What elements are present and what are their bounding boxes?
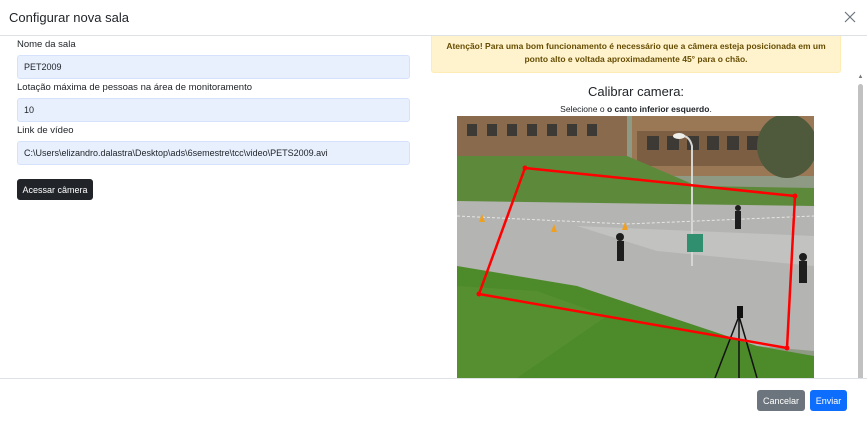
instruction-suffix: . (709, 104, 712, 114)
instruction-corner: o canto inferior esquerdo (606, 104, 710, 114)
camera-scene[interactable] (457, 116, 814, 378)
room-name-label: Nome da sala (17, 39, 76, 50)
calibration-title: Calibrar camera: (587, 84, 685, 99)
scrollbar[interactable]: ▲ ▼ (857, 74, 864, 378)
modal-title: Configurar nova sala (9, 10, 129, 25)
instruction-prefix: Selecione o (560, 104, 607, 114)
modal-body: Nome da sala PET2009 Lotação máxima de p… (0, 36, 867, 378)
close-icon (844, 11, 856, 23)
scroll-up-arrow-icon[interactable]: ▲ (857, 74, 864, 81)
submit-button[interactable]: Enviar (810, 390, 847, 411)
max-people-input[interactable]: 10 (17, 98, 410, 122)
modal-header: Configurar nova sala (0, 0, 867, 36)
close-button[interactable] (842, 9, 858, 25)
camera-feed[interactable] (457, 116, 814, 378)
calibration-instruction: Selecione o o canto inferior esquerdo. (431, 104, 841, 114)
cancel-button[interactable]: Cancelar (757, 390, 805, 411)
max-people-label: Lotação máxima de pessoas na área de mon… (17, 82, 252, 93)
access-camera-button[interactable]: Acessar câmera (17, 179, 93, 200)
room-name-input[interactable]: PET2009 (17, 55, 410, 79)
video-link-input[interactable]: C:\Users\elizandro.dalastra\Desktop\ads\… (17, 141, 410, 165)
scroll-thumb[interactable] (858, 84, 863, 378)
warning-alert: Atenção! Para uma bom funcionamento é ne… (431, 36, 841, 73)
modal-footer: Cancelar Enviar (0, 378, 867, 425)
video-link-label: Link de vídeo (17, 125, 74, 136)
